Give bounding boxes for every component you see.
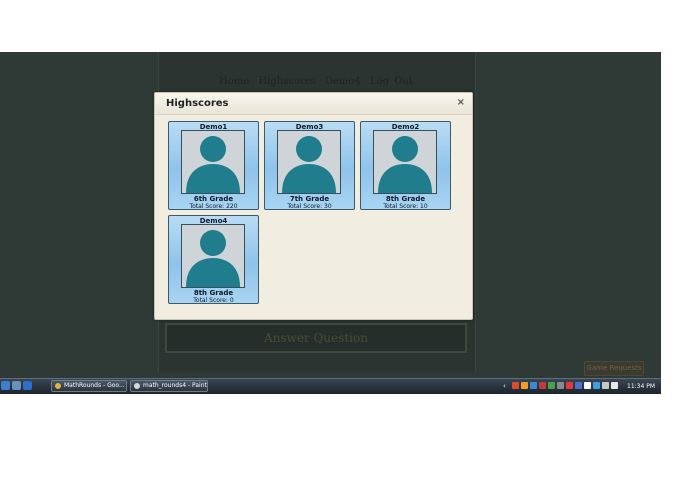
user-avatar-icon — [181, 224, 245, 288]
tray-app-icon[interactable] — [566, 382, 573, 389]
card-grade: 7th Grade — [289, 195, 330, 203]
highscore-card[interactable]: Demo2 8th Grade Total Score: 10 — [360, 121, 451, 210]
answer-question-button[interactable]: Answer Question — [165, 323, 467, 353]
nav-highscores-link[interactable]: Highscores — [258, 76, 315, 87]
start-orb-icon[interactable] — [1, 381, 10, 390]
tray-app-icon[interactable] — [539, 382, 546, 389]
card-grade: 8th Grade — [385, 195, 426, 203]
top-nav: Home Highscores Demo4 Log Out — [158, 76, 474, 87]
close-icon[interactable]: × — [457, 97, 465, 108]
nav-logout-link[interactable]: Log Out — [370, 76, 413, 87]
tray-expand-icon[interactable]: ‹ — [503, 381, 506, 392]
tray-app-icon[interactable] — [548, 382, 555, 389]
system-tray: ‹ 11:34 PM — [503, 381, 661, 392]
windows-taskbar: MathRounds - Goo... math_rounds4 - Paint… — [0, 378, 661, 394]
network-icon[interactable] — [593, 382, 600, 389]
game-requests-button[interactable]: Game Requests — [584, 361, 644, 376]
tray-app-icon[interactable] — [575, 382, 582, 389]
taskbar-window-chrome[interactable]: MathRounds - Goo... — [51, 380, 127, 392]
paint-icon — [134, 383, 140, 389]
card-grade: 6th Grade — [193, 195, 234, 203]
taskbar-window-paint[interactable]: math_rounds4 - Paint — [130, 380, 208, 392]
tray-app-icon[interactable] — [557, 382, 564, 389]
highscore-card[interactable]: Demo1 6th Grade Total Score: 220 — [168, 121, 259, 210]
chrome-icon — [55, 383, 61, 389]
nav-user-link[interactable]: Demo4 — [325, 76, 361, 87]
nav-home-link[interactable]: Home — [219, 76, 249, 87]
user-avatar-icon — [277, 130, 341, 194]
system-clock[interactable]: 11:34 PM — [627, 381, 655, 392]
tray-app-icon[interactable] — [530, 382, 537, 389]
taskbar-window-label: math_rounds4 - Paint — [143, 382, 207, 389]
modal-title: Highscores — [166, 98, 229, 109]
user-avatar-icon — [181, 130, 245, 194]
card-total-score: Total Score: 0 — [193, 297, 234, 304]
show-desktop-icon[interactable] — [12, 381, 21, 390]
power-icon[interactable] — [611, 382, 618, 389]
user-avatar-icon — [373, 130, 437, 194]
highscore-card[interactable]: Demo4 8th Grade Total Score: 0 — [168, 215, 259, 304]
card-total-score: Total Score: 220 — [189, 203, 238, 210]
volume-icon[interactable] — [602, 382, 609, 389]
card-grade: 8th Grade — [193, 289, 234, 297]
taskbar-window-label: MathRounds - Goo... — [64, 382, 125, 389]
card-total-score: Total Score: 30 — [287, 203, 332, 210]
modal-header: Highscores × — [155, 93, 472, 115]
highscore-card[interactable]: Demo3 7th Grade Total Score: 30 — [264, 121, 355, 210]
tray-app-icon[interactable] — [512, 382, 519, 389]
ie-icon[interactable] — [23, 381, 32, 390]
highscores-modal: Highscores × Demo1 6th Grade Total Score… — [154, 92, 473, 320]
tray-app-icon[interactable] — [584, 382, 591, 389]
card-total-score: Total Score: 10 — [383, 203, 428, 210]
tray-app-icon[interactable] — [521, 382, 528, 389]
